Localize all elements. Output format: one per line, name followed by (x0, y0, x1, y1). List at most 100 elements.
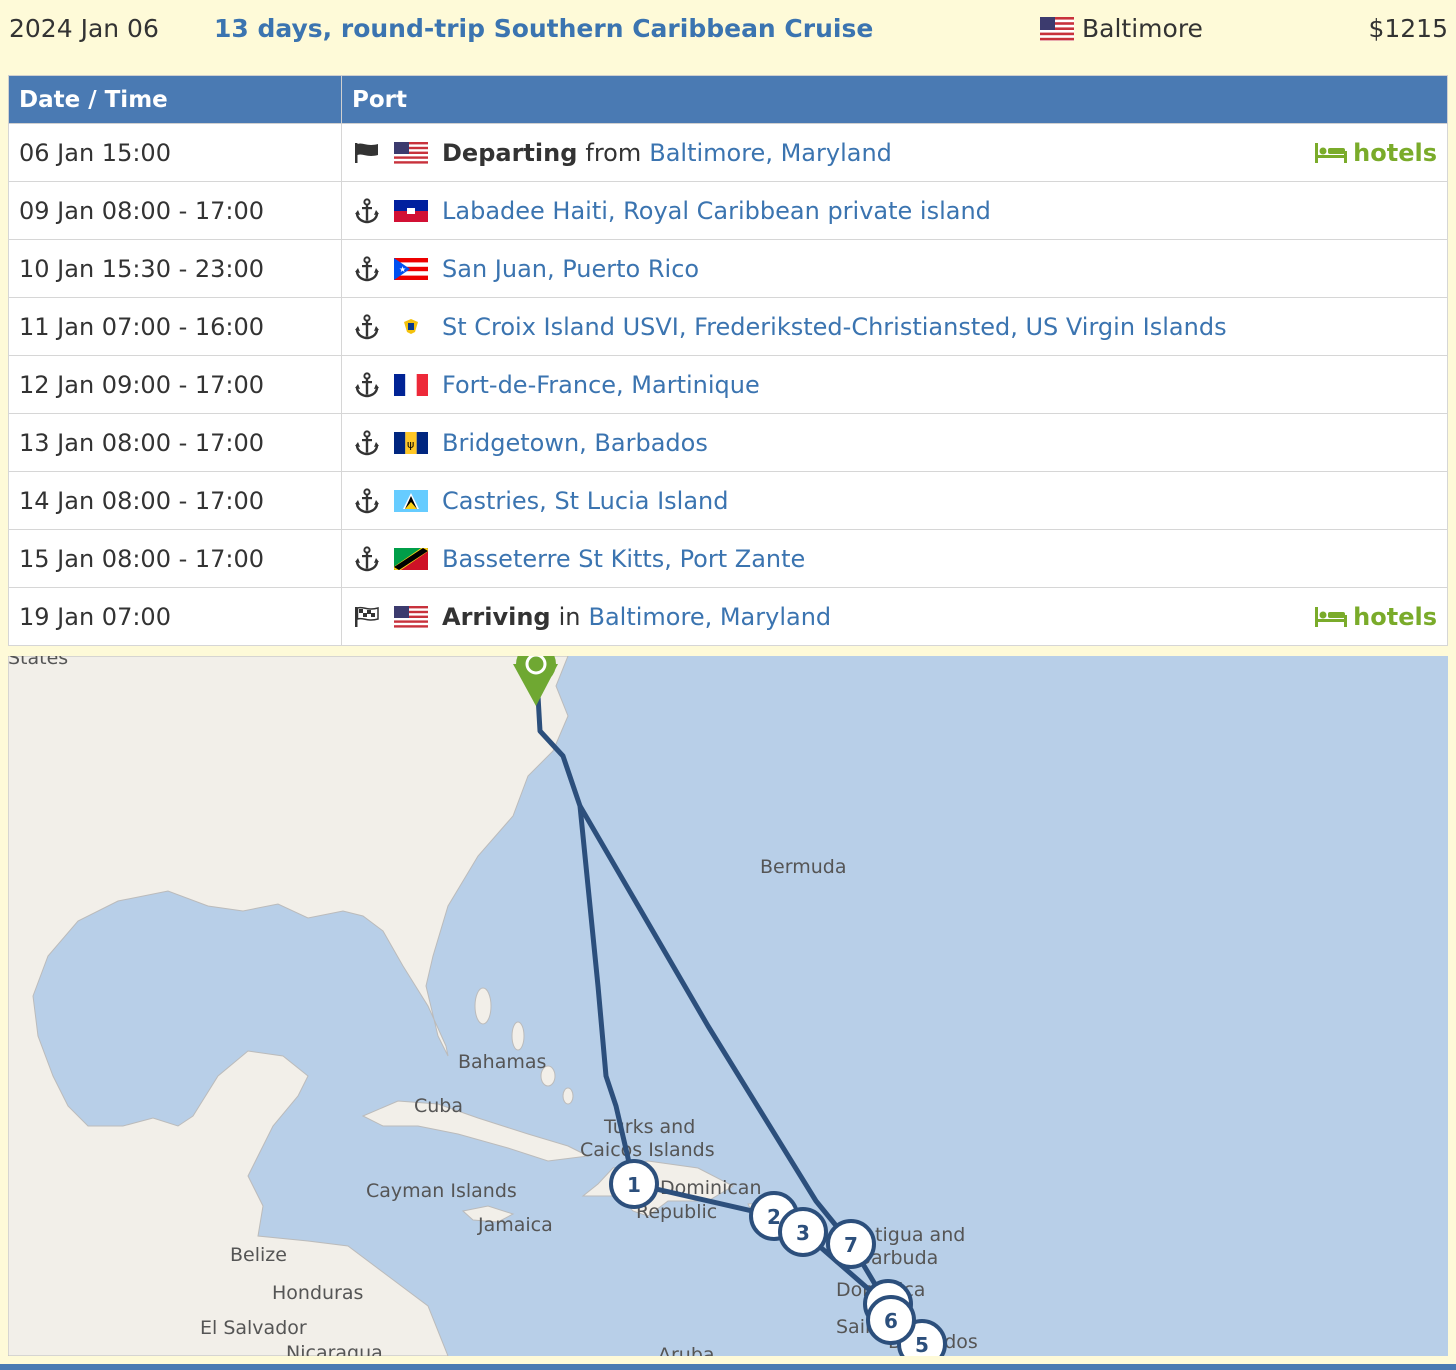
hotels-label[interactable]: hotels (1353, 603, 1437, 631)
anchor-icon (352, 545, 382, 572)
table-row: 14 Jan 08:00 - 17:00 Castries, St Lucia I… (8, 471, 1448, 530)
svg-text:1: 1 (627, 1173, 641, 1197)
row-port-cell: ψ Bridgetown, Barbados (341, 413, 1448, 472)
us-flag-icon (1040, 16, 1074, 41)
map-label-caicos: Caicos Islands (580, 1139, 715, 1161)
port-link[interactable]: Baltimore, Maryland (589, 603, 832, 631)
table-header-row: Date / Time Port (8, 75, 1448, 124)
departure-port: Baltimore (1040, 14, 1203, 43)
svg-text:★: ★ (399, 265, 406, 274)
row-status-label: Arriving (442, 602, 551, 631)
anchor-icon (352, 255, 382, 282)
map-canvas[interactable]: States Bermuda Bahamas Cuba Turks and Ca… (8, 656, 1448, 1356)
port-link[interactable]: Fort-de-France, Martinique (442, 371, 760, 399)
port-link[interactable]: Castries, St Lucia Island (442, 487, 728, 515)
map-label-bermuda: Bermuda (760, 856, 846, 878)
map-label-aruba: Aruba (658, 1344, 715, 1356)
row-datetime: 15 Jan 08:00 - 17:00 (8, 529, 342, 588)
anchor-icon (352, 429, 382, 456)
col-port-header: Port (341, 75, 1448, 124)
row-datetime: 09 Jan 08:00 - 17:00 (8, 181, 342, 240)
map-label-jamaica: Jamaica (477, 1214, 553, 1236)
stop-marker-6[interactable]: 6 (866, 1295, 916, 1345)
row-port-cell: Labadee Haiti, Royal Caribbean private i… (341, 181, 1448, 240)
pr-flag-icon: ★ (394, 257, 428, 280)
row-status-label: Departing (442, 138, 578, 167)
row-datetime: 06 Jan 15:00 (8, 123, 342, 182)
lc-flag-icon (394, 489, 428, 512)
table-row: 15 Jan 08:00 - 17:00 Basseterre St Kitts,… (8, 529, 1448, 588)
port-link[interactable]: St Croix Island USVI, Frederiksted-Chris… (442, 313, 1227, 341)
svg-text:7: 7 (844, 1233, 858, 1257)
cruise-price: $1215 (1368, 14, 1448, 43)
svg-text:6: 6 (884, 1309, 898, 1333)
row-port-cell: St Croix Island USVI, Frederiksted-Chris… (341, 297, 1448, 356)
row-port-cell: Basseterre St Kitts, Port Zante (341, 529, 1448, 588)
svg-text:3: 3 (796, 1221, 810, 1245)
us-flag-icon (394, 141, 428, 164)
row-datetime: 12 Jan 09:00 - 17:00 (8, 355, 342, 414)
row-datetime: 19 Jan 07:00 (8, 587, 342, 646)
cuba-land (361, 1100, 590, 1162)
bottom-divider (0, 1364, 1456, 1370)
map-label-el-salvador: El Salvador (200, 1317, 307, 1339)
bb-flag-icon: ψ (394, 431, 428, 454)
row-port-cell: Arriving in Baltimore, Maryland hotels (341, 587, 1448, 646)
ht-flag-icon (394, 199, 428, 222)
hotels-label[interactable]: hotels (1353, 139, 1437, 167)
fr-flag-icon (394, 373, 428, 396)
kn-flag-icon (394, 547, 428, 570)
hotels-link[interactable]: hotels (1315, 603, 1437, 631)
departure-port-label: Baltimore (1082, 14, 1203, 43)
table-row: 12 Jan 09:00 - 17:00 Fort-de-France, Mart… (8, 355, 1448, 414)
port-link[interactable]: Baltimore, Maryland (649, 139, 892, 167)
flag-icon (352, 142, 382, 164)
anchor-icon (352, 313, 382, 340)
stop-marker-3[interactable]: 3 (778, 1207, 828, 1257)
cruise-date: 2024 Jan 06 (9, 14, 159, 43)
svg-text:5: 5 (915, 1333, 929, 1356)
row-preposition: in (558, 602, 581, 631)
cruise-header: 2024 Jan 06 13 days, round-trip Southern… (0, 0, 1456, 64)
row-port-cell: Castries, St Lucia Island (341, 471, 1448, 530)
table-row: 19 Jan 07:00 Arriving in Baltimore, Marylan… (8, 587, 1448, 646)
cruise-title-link[interactable]: 13 days, round-trip Southern Caribbean C… (214, 14, 873, 43)
table-row: 13 Jan 08:00 - 17:00 ψ Bridgetown, Barbado… (8, 413, 1448, 472)
row-datetime: 10 Jan 15:30 - 23:00 (8, 239, 342, 298)
route-map[interactable]: States Bermuda Bahamas Cuba Turks and Ca… (8, 656, 1448, 1356)
table-row: 11 Jan 07:00 - 16:00 St Croix Island USVI… (8, 297, 1448, 356)
bahamas-islands (474, 987, 574, 1105)
table-row: 09 Jan 08:00 - 17:00 Labadee Haiti, Royal… (8, 181, 1448, 240)
port-link[interactable]: Bridgetown, Barbados (442, 429, 708, 457)
row-datetime: 11 Jan 07:00 - 16:00 (8, 297, 342, 356)
port-link[interactable]: Labadee Haiti, Royal Caribbean private i… (442, 197, 991, 225)
row-datetime: 14 Jan 08:00 - 17:00 (8, 471, 342, 530)
bed-icon (1315, 142, 1348, 163)
map-label-cayman: Cayman Islands (366, 1180, 517, 1202)
checkered-flag-icon (352, 606, 382, 628)
table-row: 10 Jan 15:30 - 23:00 ★ San Juan, Puerto Ri… (8, 239, 1448, 298)
bed-icon (1315, 606, 1348, 627)
map-label-nicaragua: Nicaragua (286, 1342, 383, 1356)
row-port-cell: Fort-de-France, Martinique (341, 355, 1448, 414)
port-link[interactable]: San Juan, Puerto Rico (442, 255, 699, 283)
map-label-cuba: Cuba (414, 1095, 463, 1117)
us-flag-icon (394, 605, 428, 628)
stop-marker-1[interactable]: 1 (609, 1159, 659, 1209)
map-label-belize: Belize (230, 1244, 287, 1266)
row-datetime: 13 Jan 08:00 - 17:00 (8, 413, 342, 472)
svg-text:2: 2 (767, 1205, 781, 1229)
map-label-states: States (8, 656, 68, 669)
map-label-bahamas: Bahamas (458, 1051, 546, 1073)
itinerary-table: Date / Time Port 06 Jan 15:00 Departing fr… (8, 75, 1448, 646)
hotels-link[interactable]: hotels (1315, 139, 1437, 167)
anchor-icon (352, 487, 382, 514)
col-datetime-header: Date / Time (8, 75, 342, 124)
row-port-cell: ★ San Juan, Puerto Rico (341, 239, 1448, 298)
vi-flag-icon (394, 315, 428, 338)
map-label-honduras: Honduras (272, 1282, 363, 1304)
anchor-icon (352, 197, 382, 224)
stop-marker-7[interactable]: 7 (826, 1219, 876, 1269)
port-link[interactable]: Basseterre St Kitts, Port Zante (442, 545, 805, 573)
row-port-cell: Departing from Baltimore, Maryland hotels (341, 123, 1448, 182)
